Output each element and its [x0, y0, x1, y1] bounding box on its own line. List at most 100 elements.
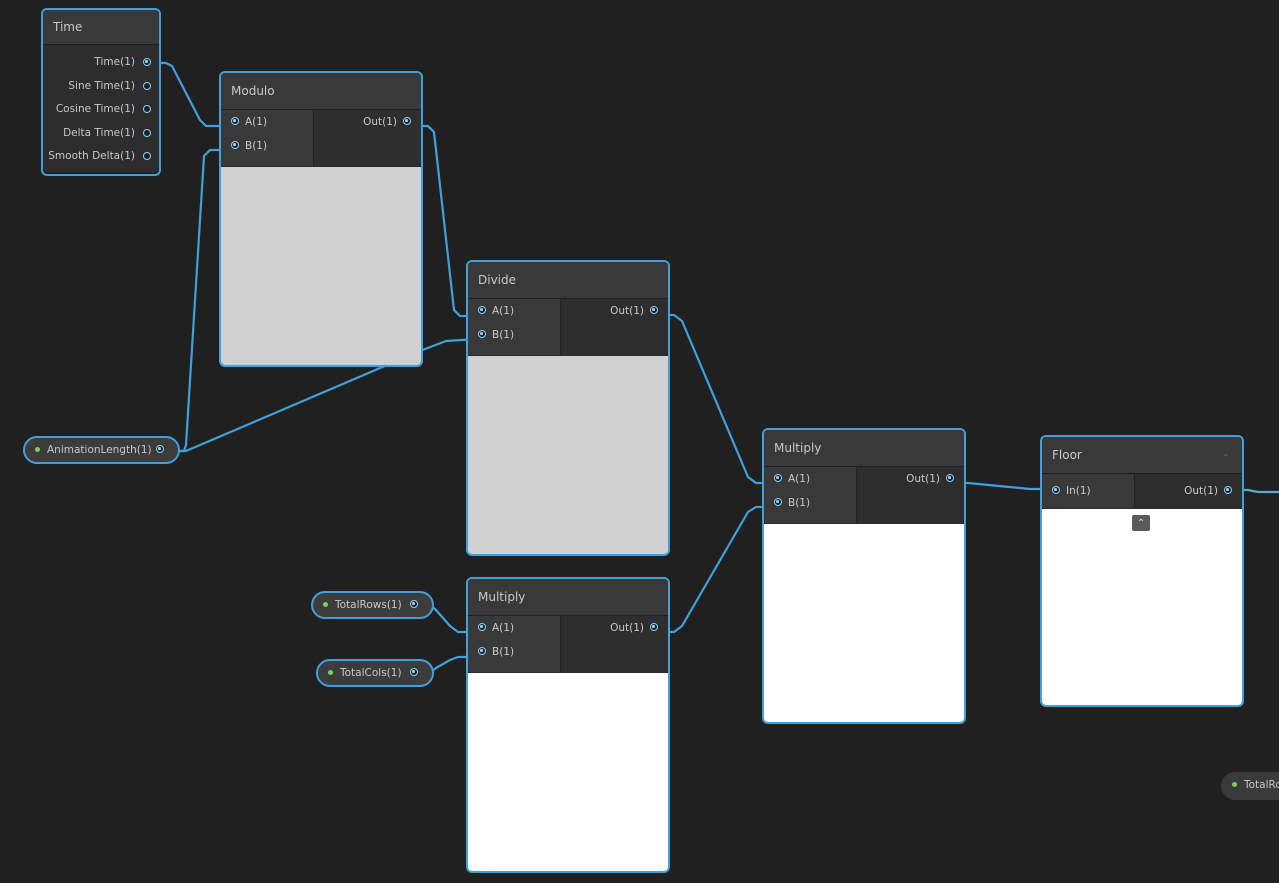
- port-label: A(1): [492, 622, 515, 634]
- input-port-a[interactable]: A(1): [221, 110, 313, 134]
- multiply-node-title: Multiply: [468, 579, 668, 616]
- property-node-total-cols[interactable]: TotalCols(1): [316, 659, 434, 687]
- input-ports: A(1) B(1): [764, 467, 857, 523]
- output-port-time[interactable]: Time(1): [43, 51, 159, 75]
- time-node-outputs: Time(1) Sine Time(1) Cosine Time(1) Delt…: [43, 45, 159, 169]
- port-connector-icon[interactable]: [143, 105, 151, 114]
- output-port-cosine-time[interactable]: Cosine Time(1): [43, 98, 159, 122]
- input-ports: In(1): [1042, 474, 1135, 508]
- port-connector-icon[interactable]: [650, 623, 658, 631]
- port-label: A(1): [788, 473, 811, 485]
- wire-multiply-out-to-floor-in: [952, 481, 1054, 491]
- port-label: Time(1): [94, 56, 135, 68]
- node-preview: [221, 167, 421, 365]
- port-label: B(1): [492, 646, 515, 658]
- node-preview: [468, 356, 668, 554]
- port-label: Delta Time(1): [63, 126, 135, 139]
- port-label: Out(1): [610, 305, 644, 317]
- port-connector-icon[interactable]: [231, 141, 239, 149]
- time-node-title: Time: [43, 10, 159, 45]
- floor-node-title: Floor ⌄: [1042, 437, 1242, 474]
- port-connector-icon[interactable]: [143, 152, 151, 161]
- output-ports: Out(1): [561, 616, 668, 672]
- port-connector-icon[interactable]: [143, 128, 151, 137]
- divide-node[interactable]: Divide A(1) B(1) Out(1): [466, 260, 670, 556]
- output-port-out[interactable]: Out(1): [314, 110, 421, 134]
- port-connector-icon[interactable]: [478, 647, 486, 655]
- multiply-node-title: Multiply: [764, 430, 964, 467]
- input-port-b[interactable]: B(1): [764, 491, 856, 515]
- input-port-in[interactable]: In(1): [1042, 474, 1134, 508]
- output-ports: Out(1): [314, 110, 421, 166]
- output-ports: Out(1): [1135, 474, 1242, 508]
- port-label: In(1): [1066, 485, 1091, 497]
- port-label: Out(1): [906, 473, 940, 485]
- modulo-node[interactable]: Modulo A(1) B(1) Out(1): [219, 71, 423, 367]
- port-label: B(1): [492, 329, 515, 341]
- port-connector-icon[interactable]: [774, 474, 782, 482]
- port-label: Out(1): [1184, 485, 1218, 497]
- input-port-b[interactable]: B(1): [468, 323, 560, 347]
- property-label: AnimationLength(1): [47, 444, 152, 456]
- port-label: Smooth Delta(1): [48, 150, 135, 163]
- port-label: Out(1): [610, 622, 644, 634]
- port-connector-icon[interactable]: [410, 600, 418, 608]
- output-port-delta-time[interactable]: Delta Time(1): [43, 122, 159, 146]
- property-node-total-rows-partial[interactable]: TotalRo: [1221, 772, 1279, 800]
- port-connector-icon[interactable]: [478, 330, 486, 338]
- floor-title-label: Floor: [1052, 448, 1082, 462]
- port-connector-icon[interactable]: [1224, 486, 1232, 494]
- node-preview: [764, 524, 964, 722]
- node-preview: [468, 673, 668, 871]
- multiply-rows-cols-node[interactable]: Multiply A(1) B(1) Out(1): [466, 577, 670, 873]
- output-ports: Out(1): [857, 467, 964, 523]
- output-port-out[interactable]: Out(1): [857, 467, 964, 491]
- wire-time-to-modulo-a: [148, 61, 232, 128]
- wire-multiply-out-to-multiply-b: [656, 505, 776, 634]
- port-label: Sine Time(1): [68, 79, 135, 92]
- output-port-sine-time[interactable]: Sine Time(1): [43, 75, 159, 99]
- port-connector-icon[interactable]: [403, 117, 411, 125]
- floor-node[interactable]: Floor ⌄ In(1) Out(1) ⌃: [1040, 435, 1244, 707]
- chevron-up-icon[interactable]: ⌃: [1132, 515, 1150, 531]
- output-port-out[interactable]: Out(1): [561, 616, 668, 640]
- input-port-a[interactable]: A(1): [468, 616, 560, 640]
- property-label: TotalRo: [1244, 779, 1279, 791]
- input-ports: A(1) B(1): [468, 299, 561, 355]
- property-node-animation-length[interactable]: AnimationLength(1): [23, 436, 180, 464]
- port-label: A(1): [245, 116, 268, 128]
- output-port-out[interactable]: Out(1): [1135, 474, 1242, 508]
- modulo-node-title: Modulo: [221, 73, 421, 110]
- multiply-main-node[interactable]: Multiply A(1) B(1) Out(1): [762, 428, 966, 724]
- time-node[interactable]: Time Time(1) Sine Time(1) Cosine Time(1)…: [41, 8, 161, 176]
- port-connector-icon[interactable]: [410, 668, 418, 676]
- port-connector-icon[interactable]: [231, 117, 239, 125]
- output-port-out[interactable]: Out(1): [561, 299, 668, 323]
- chevron-down-icon[interactable]: ⌄: [1222, 449, 1232, 459]
- input-port-b[interactable]: B(1): [221, 134, 313, 158]
- output-port-smooth-delta[interactable]: Smooth Delta(1): [43, 145, 159, 169]
- port-connector-icon[interactable]: [478, 306, 486, 314]
- port-connector-icon[interactable]: [774, 498, 782, 506]
- port-connector-icon[interactable]: [478, 623, 486, 631]
- input-port-a[interactable]: A(1): [764, 467, 856, 491]
- divide-node-ports: A(1) B(1) Out(1): [468, 299, 668, 355]
- property-label: TotalRows(1): [335, 599, 402, 611]
- property-type-dot-icon: [323, 602, 328, 607]
- port-connector-icon[interactable]: [143, 81, 151, 90]
- port-connector-icon[interactable]: [143, 58, 151, 66]
- port-label: A(1): [492, 305, 515, 317]
- port-connector-icon[interactable]: [156, 445, 164, 453]
- port-label: B(1): [788, 497, 811, 509]
- input-port-a[interactable]: A(1): [468, 299, 560, 323]
- port-connector-icon[interactable]: [1052, 486, 1060, 494]
- property-type-dot-icon: [328, 670, 333, 675]
- wire-divide-out-to-multiply-a: [656, 313, 776, 485]
- input-port-b[interactable]: B(1): [468, 640, 560, 664]
- port-connector-icon[interactable]: [946, 474, 954, 482]
- input-ports: A(1) B(1): [468, 616, 561, 672]
- divide-node-title: Divide: [468, 262, 668, 299]
- property-node-total-rows[interactable]: TotalRows(1): [311, 591, 434, 619]
- property-type-dot-icon: [1232, 782, 1237, 787]
- port-connector-icon[interactable]: [650, 306, 658, 314]
